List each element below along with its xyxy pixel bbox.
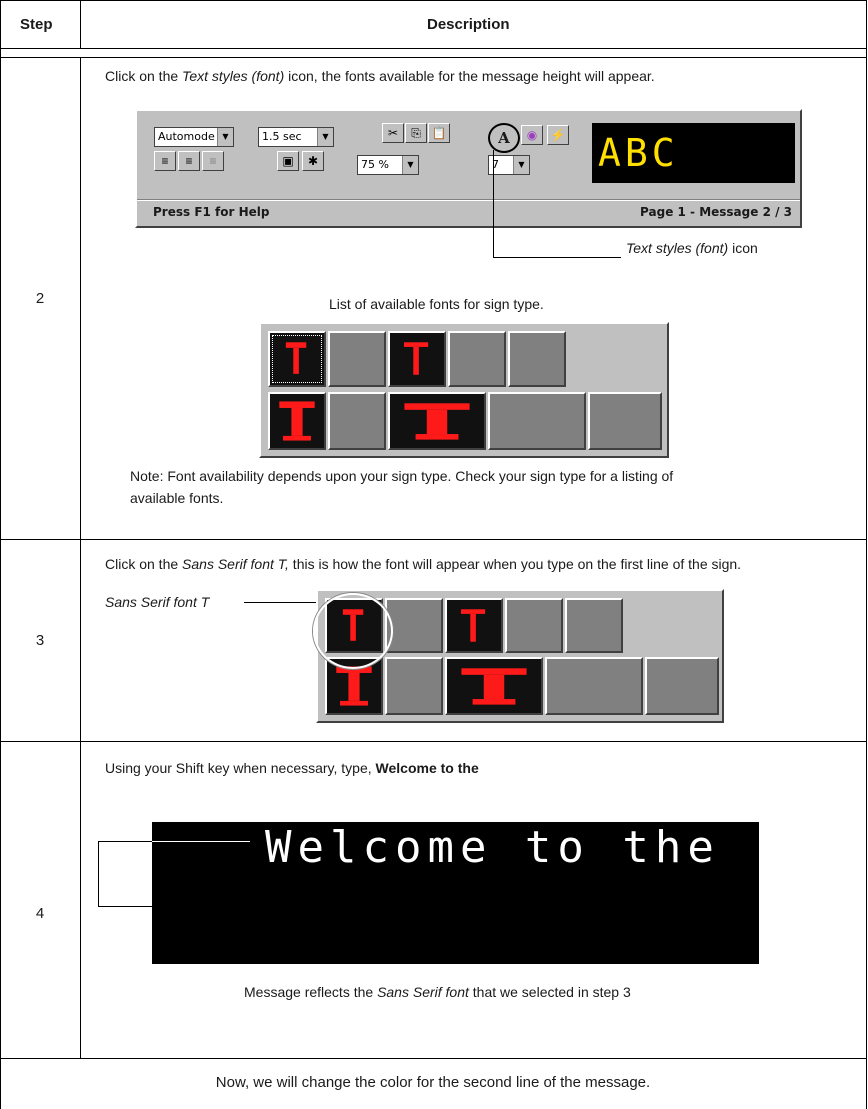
sign-caption: Message reflects the Sans Serif font tha… bbox=[244, 984, 631, 1000]
t-glyph-icon bbox=[279, 401, 315, 441]
t-glyph-icon bbox=[404, 403, 470, 440]
status-divider bbox=[137, 200, 800, 201]
copy-icon[interactable]: ⎘ bbox=[405, 123, 427, 143]
font-tile-empty[interactable] bbox=[588, 392, 662, 450]
mode-select[interactable]: Automode ▼ bbox=[154, 127, 234, 147]
font-icon-callout: Text styles (font) icon bbox=[626, 240, 758, 256]
step-instruction: Using your Shift key when necessary, typ… bbox=[105, 760, 479, 776]
align-right-icon[interactable]: ≡ bbox=[202, 151, 224, 171]
sans-serif-callout-label: Sans Serif font T bbox=[105, 594, 210, 610]
font-tile-empty[interactable] bbox=[328, 331, 386, 387]
frame-icon[interactable]: ▣ bbox=[277, 151, 299, 171]
table-border-left bbox=[0, 0, 1, 1109]
t-glyph-icon bbox=[461, 668, 527, 705]
t-glyph-icon bbox=[461, 609, 486, 642]
callout-line bbox=[244, 602, 322, 603]
step-instruction: Click on the Sans Serif font T, this is … bbox=[105, 556, 742, 572]
font-height-select[interactable]: 7 ▼ bbox=[488, 155, 530, 175]
cut-icon[interactable]: ✂ bbox=[382, 123, 404, 143]
step-instruction: Click on the Text styles (font) icon, th… bbox=[105, 68, 655, 84]
column-divider bbox=[80, 57, 81, 1059]
step-number: 2 bbox=[35, 290, 45, 307]
font-tile-empty[interactable] bbox=[328, 392, 386, 450]
color-palette-icon[interactable]: ◉ bbox=[521, 125, 543, 145]
callout-line bbox=[152, 841, 250, 842]
table-border-top bbox=[0, 0, 867, 1]
font-tile-wide[interactable] bbox=[388, 392, 486, 450]
font-tile-sans-serif[interactable] bbox=[268, 331, 326, 387]
font-tile-empty[interactable] bbox=[645, 657, 719, 715]
callout-line bbox=[493, 257, 621, 258]
status-help-text: Press F1 for Help bbox=[153, 205, 270, 219]
t-glyph-icon bbox=[285, 342, 307, 374]
text-styles-font-icon[interactable]: A bbox=[488, 123, 520, 153]
footer-note: Now, we will change the color for the se… bbox=[215, 1074, 651, 1091]
document-page: Step Description 2 Click on the Text sty… bbox=[0, 0, 868, 1109]
sign-editor-toolbar: Automode ▼ 1.5 sec ▼ ≡ ≡ ≡ ▣ ✱ ✂ ⎘ 📋 75 % ▼… bbox=[135, 109, 802, 228]
font-tile-empty[interactable] bbox=[488, 392, 586, 450]
font-note-line: available fonts. bbox=[130, 490, 224, 506]
step-column-header: Step bbox=[20, 16, 53, 33]
led-sign-text: Welcome to the bbox=[265, 822, 720, 873]
align-left-icon[interactable]: ≡ bbox=[154, 151, 176, 171]
font-tile-empty[interactable] bbox=[448, 331, 506, 387]
run-icon[interactable]: ✱ bbox=[302, 151, 324, 171]
font-tile-empty[interactable] bbox=[545, 657, 643, 715]
status-page-text: Page 1 - Message 2 / 3 bbox=[640, 205, 792, 219]
message-preview-display: ABC bbox=[592, 123, 795, 183]
lightning-icon[interactable]: ⚡ bbox=[547, 125, 569, 145]
row-divider bbox=[0, 539, 867, 540]
font-tile-empty[interactable] bbox=[565, 598, 623, 653]
callout-line bbox=[98, 841, 99, 907]
table-border-right bbox=[866, 0, 867, 1109]
callout-line bbox=[98, 906, 154, 907]
paste-icon[interactable]: 📋 bbox=[428, 123, 450, 143]
selection-highlight-circle bbox=[313, 593, 393, 669]
header-divider bbox=[0, 48, 867, 49]
font-tile-empty[interactable] bbox=[385, 657, 443, 715]
zoom-select[interactable]: 75 % ▼ bbox=[357, 155, 419, 175]
header-divider-double bbox=[0, 57, 867, 58]
callout-line bbox=[493, 150, 494, 258]
display-time-select[interactable]: 1.5 sec ▼ bbox=[258, 127, 334, 147]
font-list-panel bbox=[259, 322, 669, 458]
font-tile-sans-serif-large[interactable] bbox=[268, 392, 326, 450]
align-center-icon[interactable]: ≡ bbox=[178, 151, 200, 171]
t-glyph-icon bbox=[404, 342, 429, 375]
column-divider bbox=[80, 0, 81, 49]
font-tile-serif[interactable] bbox=[388, 331, 446, 387]
row-divider bbox=[0, 1058, 867, 1059]
step-number: 4 bbox=[35, 905, 45, 922]
font-tile-serif[interactable] bbox=[445, 598, 503, 653]
description-column-header: Description bbox=[427, 16, 510, 33]
led-sign-display: Welcome to the bbox=[152, 822, 759, 964]
font-tile-empty[interactable] bbox=[505, 598, 563, 653]
font-tile-wide[interactable] bbox=[445, 657, 543, 715]
step-number: 3 bbox=[35, 632, 45, 649]
row-divider bbox=[0, 741, 867, 742]
font-tile-empty[interactable] bbox=[508, 331, 566, 387]
font-tile-empty[interactable] bbox=[385, 598, 443, 653]
font-list-caption: List of available fonts for sign type. bbox=[329, 296, 544, 312]
font-note-line: Note: Font availability depends upon you… bbox=[130, 468, 674, 484]
